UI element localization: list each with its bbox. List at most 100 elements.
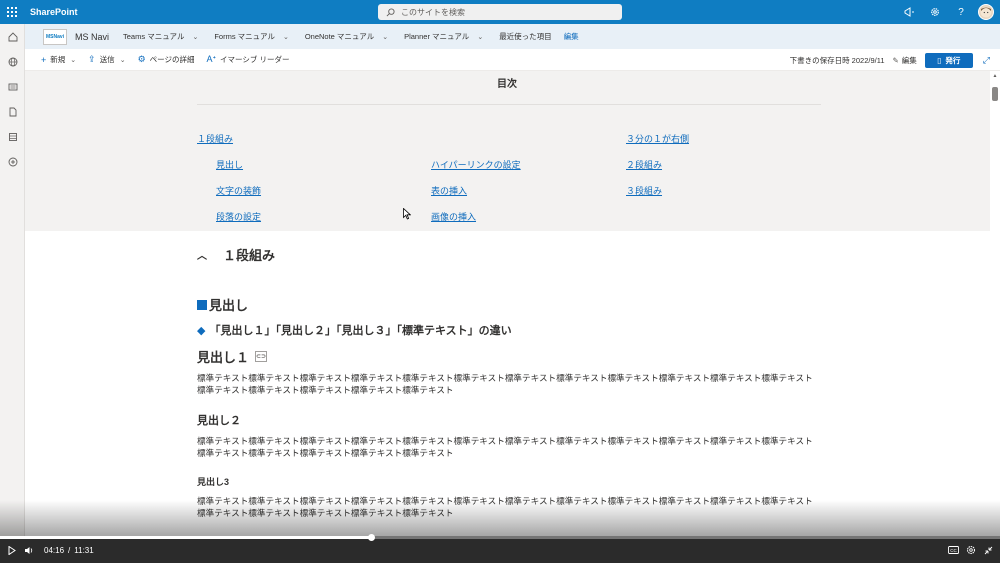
book-icon: ▯ [937,55,942,65]
heading-1: 見出し１ ⊂⊃ [197,347,268,366]
toc-link[interactable]: 文字の装飾 [216,184,261,197]
new-button[interactable]: + 新規 ⌄ [41,54,76,65]
hub-navigation: MSNavi MS Navi Teams マニュアル ⌄ Forms マニュアル ⌄… [25,24,1000,49]
megaphone-button[interactable] [896,0,922,24]
rail-create[interactable] [0,149,25,174]
chevron-down-icon: ⌄ [70,56,77,64]
play-button[interactable] [8,542,16,558]
immersive-reader-button[interactable]: Aᐩ イマーシブ リーダー [207,54,290,65]
scroll-thumb[interactable] [992,87,998,101]
volume-button[interactable] [24,542,34,558]
rail-files[interactable] [0,99,25,124]
rail-home[interactable] [0,24,25,49]
chevron-down-icon: ⌄ [382,33,389,41]
toc-link[interactable]: 段落の設定 [216,210,261,223]
home-icon [8,31,17,41]
add-icon [8,157,17,166]
rail-sites[interactable] [0,49,25,74]
chevron-down-icon: ⌄ [477,33,484,41]
nav-item-teams[interactable]: Teams マニュアル ⌄ [123,31,198,42]
toc-section: 目次 １段組み 見出し 文字の装飾 段落の設定 ハイパーリンクの設定 表の挿入 … [25,71,990,231]
send-button[interactable]: ⇪ 送信 ⌄ [88,54,125,65]
document-icon [9,107,16,116]
fullscreen-button[interactable] [984,542,993,558]
toc-link[interactable]: ２段組み [626,158,662,171]
current-time: 04:16 [44,545,65,555]
rail-lists[interactable] [0,124,25,149]
nav-item-label: Planner マニュアル [404,32,470,41]
chevron-down-icon: ⌄ [192,33,199,41]
scroll-up-icon[interactable]: ▲ [990,71,1000,81]
heading-2: 見出し２ [197,415,241,427]
waffle-icon [7,7,17,17]
brand-name[interactable]: SharePoint [30,7,78,17]
progress-bar[interactable] [0,534,1000,541]
divider [197,104,821,105]
publish-label: 発行 [945,55,961,65]
vertical-scrollbar[interactable]: ▲ [990,71,1000,536]
diamond-icon: ◆ [197,325,206,337]
nav-item-recent[interactable]: 最近使った項目 [499,31,552,42]
page-details-label: ページの詳細 [149,55,195,64]
svg-text:CC: CC [950,548,957,553]
suite-bar: SharePoint このサイトを検索 ? [0,0,1000,24]
megaphone-icon [904,7,914,17]
edit-button[interactable]: ✎ 編集 [893,55,917,66]
toc-link[interactable]: 表の挿入 [431,184,467,197]
toc-link[interactable]: 見出し [216,158,243,171]
globe-icon [8,57,17,66]
captions-icon: CC [948,546,959,554]
volume-icon [25,546,33,554]
search-box[interactable]: このサイトを検索 [378,4,622,20]
video-player-controls [0,536,1000,563]
chevron-down-icon: ⌄ [282,33,289,41]
progress-fill [0,536,371,539]
toc-link[interactable]: １段組み [197,132,233,145]
site-logo[interactable]: MSNavi [43,28,67,45]
nav-item-onenote[interactable]: OneNote マニュアル ⌄ [305,31,388,42]
settings-button[interactable] [966,542,976,558]
logo-text: MSNavi [45,33,65,40]
settings-icon [966,545,976,555]
site-title[interactable]: MS Navi [75,32,109,42]
plus-icon: + [41,54,47,65]
nav-item-label: Teams マニュアル [123,32,185,41]
chevron-up-icon[interactable]: ︿ [197,247,207,262]
nav-item-label: 最近使った項目 [499,32,552,41]
nav-item-forms[interactable]: Forms マニュアル ⌄ [214,31,288,42]
chevron-down-icon: ⌄ [119,56,126,64]
section-header[interactable]: ︿ １段組み [197,245,275,264]
section-title: １段組み [223,248,276,263]
paragraph: 標準テキスト標準テキスト標準テキスト標準テキスト標準テキスト標準テキスト標準テキ… [197,436,813,458]
immersive-reader-label: イマーシブ リーダー [220,55,290,64]
search-icon [386,7,395,16]
rail-news[interactable] [0,74,25,99]
duration: 11:31 [74,545,94,555]
help-icon: ? [958,6,964,18]
progress-handle[interactable] [368,534,375,541]
toc-link[interactable]: ハイパーリンクの設定 [431,158,521,171]
toc-link[interactable]: 画像の挿入 [431,210,476,223]
toc-link[interactable]: ３分の１が右側 [626,132,689,145]
edit-label: 編集 [901,55,917,65]
new-label: 新規 [50,55,66,64]
nav-edit-link[interactable]: 編集 [564,31,579,42]
link-icon[interactable]: ⊂⊃ [255,351,268,362]
toc-link[interactable]: ３段組み [626,184,662,197]
expand-icon[interactable]: ⤢ [983,55,990,66]
nav-item-planner[interactable]: Planner マニュアル ⌄ [404,31,483,42]
page-details-button[interactable]: ⚙ ページの詳細 [138,54,195,65]
fullscreen-exit-icon [984,546,993,554]
play-icon [8,545,16,555]
help-button[interactable]: ? [948,0,974,24]
app-launcher-button[interactable] [0,0,24,24]
avatar[interactable] [978,4,994,20]
nav-item-label: OneNote マニュアル [304,32,375,41]
command-bar: + 新規 ⌄ ⇪ 送信 ⌄ ⚙ ページの詳細 Aᐩ イマーシブ リーダー 下書きの保存日時 … [25,49,1000,71]
left-app-bar [0,24,25,536]
captions-button[interactable]: CC [948,542,959,558]
publish-button[interactable]: ▯ 発行 [924,52,973,68]
pencil-icon: ✎ [892,55,899,65]
search-placeholder: このサイトを検索 [401,7,465,17]
settings-button[interactable] [922,0,948,24]
